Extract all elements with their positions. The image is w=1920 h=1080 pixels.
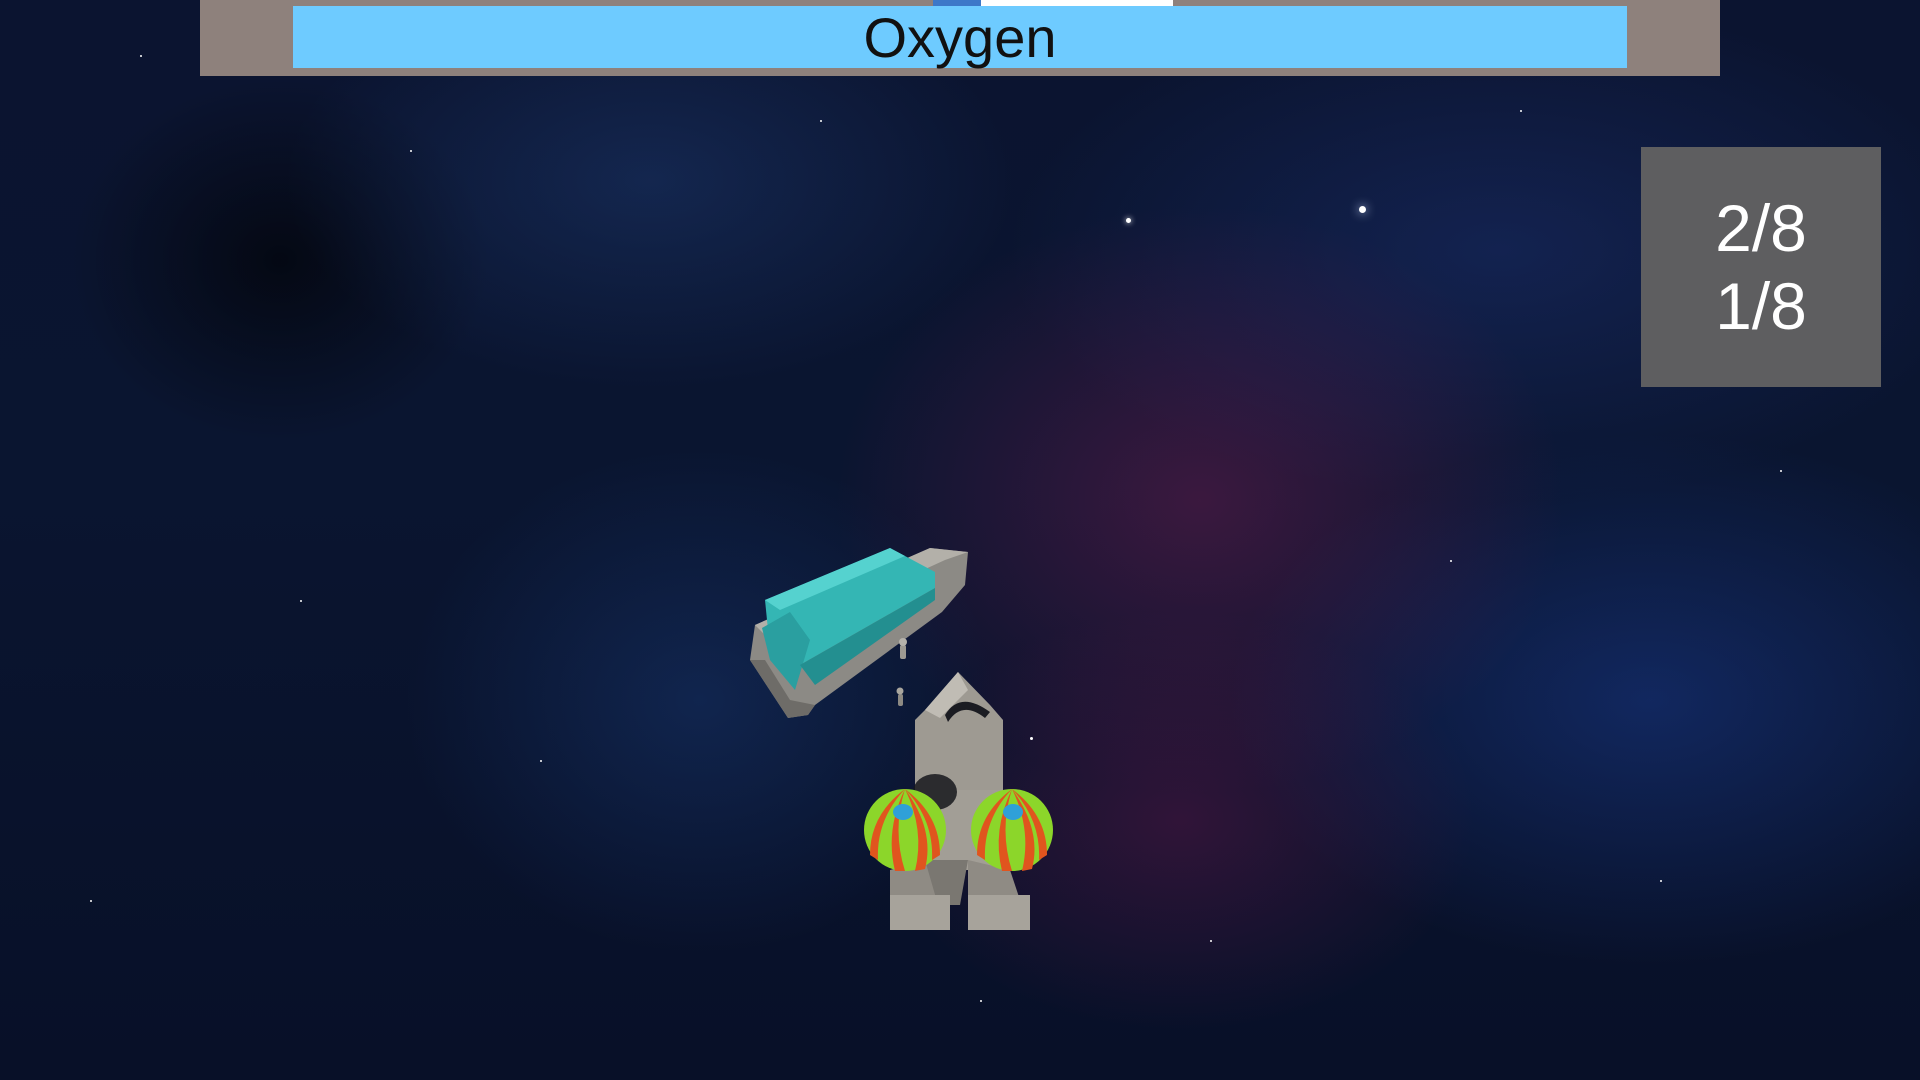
- game-viewport[interactable]: Oxygen 2/8 1/8: [0, 0, 1920, 1080]
- teal-ship-icon[interactable]: [750, 548, 968, 718]
- striped-balloon-icon[interactable]: [971, 789, 1053, 871]
- astronaut-icon[interactable]: [896, 638, 908, 706]
- oxygen-bar: Oxygen: [293, 0, 1627, 69]
- counter-panel: 2/8 1/8: [1641, 147, 1881, 387]
- counter-primary: 2/8: [1715, 191, 1807, 265]
- oxygen-label: Oxygen: [863, 5, 1057, 69]
- scene-layer: [750, 548, 1053, 930]
- striped-balloon-icon[interactable]: [864, 789, 946, 871]
- counter-secondary: 1/8: [1715, 269, 1807, 343]
- oxygen-panel: Oxygen: [200, 0, 1720, 76]
